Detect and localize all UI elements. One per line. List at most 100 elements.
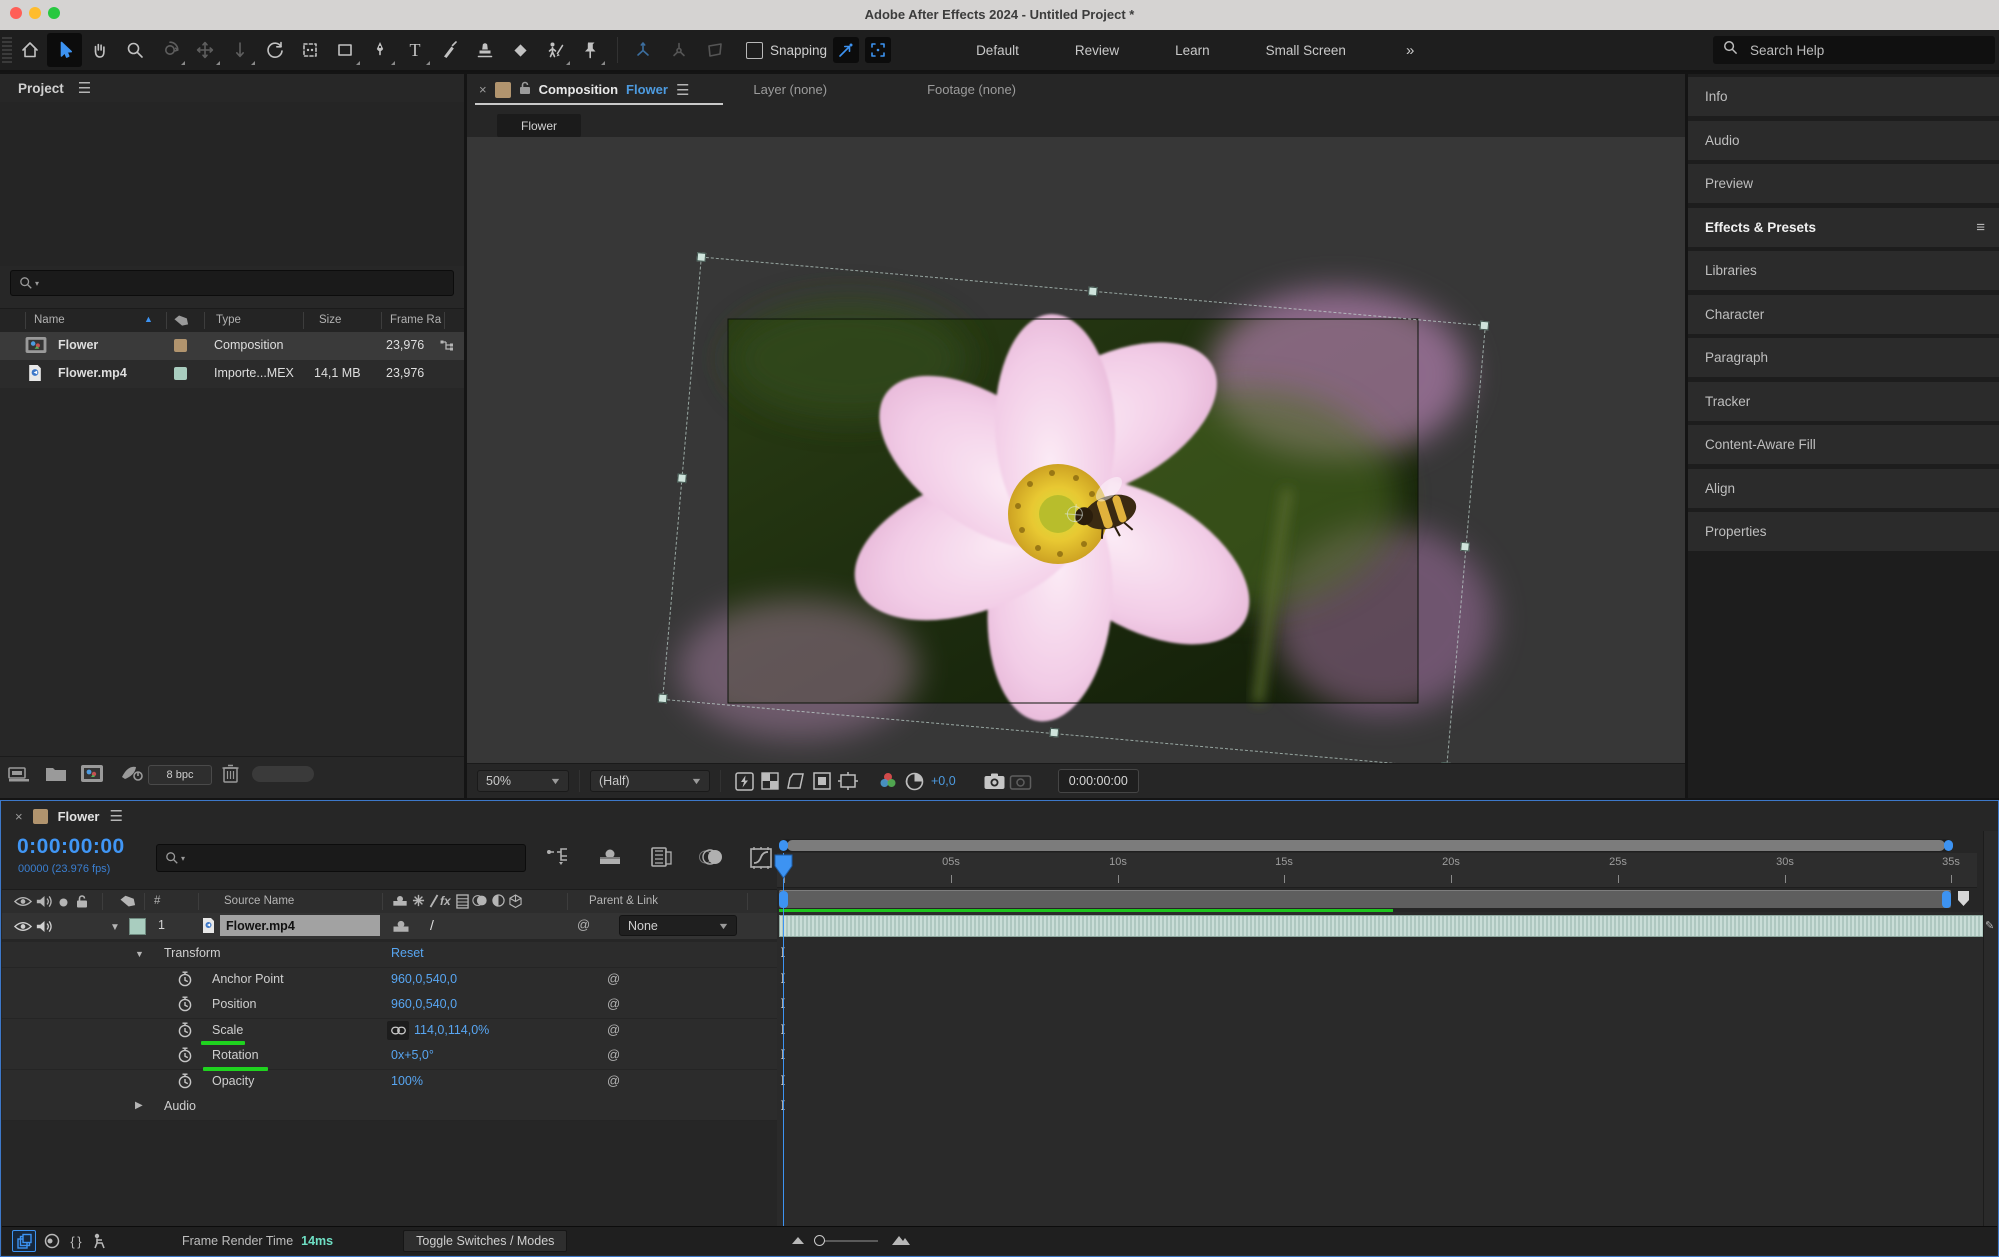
snap-to-bounds-icon[interactable] xyxy=(865,37,892,63)
property-row-anchor-point[interactable]: Anchor Point 960,0,540,0 @ xyxy=(2,967,777,994)
project-panel-menu-icon[interactable]: ☰ xyxy=(78,79,91,97)
zoom-slider-knob[interactable] xyxy=(814,1235,826,1246)
collapse-transformations-column-icon[interactable] xyxy=(412,894,425,910)
zoom-tool[interactable] xyxy=(117,33,152,67)
fast-previews-icon[interactable] xyxy=(731,771,757,791)
orbit-camera-tool[interactable] xyxy=(152,33,187,67)
sidebar-item-info[interactable]: Info xyxy=(1688,77,1999,118)
composition-viewer[interactable] xyxy=(467,137,1685,764)
snapping-checkbox[interactable] xyxy=(746,41,763,59)
snapshot-camera-icon[interactable] xyxy=(982,773,1008,790)
timeline-tab-menu-icon[interactable]: ☰ xyxy=(110,807,123,825)
chevron-right-icon[interactable]: ▶ xyxy=(135,1100,143,1111)
project-footer-pill[interactable] xyxy=(252,766,314,782)
snap-along-edges-icon[interactable] xyxy=(833,37,860,63)
project-search-box[interactable]: ▾ xyxy=(10,270,454,296)
audio-icon[interactable] xyxy=(36,919,53,937)
sidebar-item-properties[interactable]: Properties xyxy=(1688,512,1999,553)
audio-group-label[interactable]: Audio xyxy=(164,1099,196,1113)
rotation-tool[interactable] xyxy=(257,33,292,67)
work-area-bar[interactable] xyxy=(779,890,1951,908)
stopwatch-icon[interactable] xyxy=(178,971,192,990)
workspace-default[interactable]: Default xyxy=(976,43,1019,58)
shy-column-icon[interactable] xyxy=(392,894,408,911)
audio-icon[interactable] xyxy=(36,894,53,912)
comp-label-swatch[interactable] xyxy=(494,81,511,98)
exposure-value[interactable]: +0,0 xyxy=(931,774,956,788)
pickwhip-icon[interactable]: @ xyxy=(607,1073,620,1088)
transform-handle[interactable] xyxy=(677,472,687,483)
workspace-review[interactable]: Review xyxy=(1075,43,1119,58)
in-out-columns-icon[interactable]: { } xyxy=(64,1234,88,1249)
pan-camera-tool[interactable] xyxy=(187,33,222,67)
pickwhip-icon[interactable]: @ xyxy=(607,1047,620,1062)
work-area-end-handle[interactable] xyxy=(1942,891,1951,908)
chevron-down-icon[interactable]: ▼ xyxy=(110,922,120,933)
eraser-tool[interactable] xyxy=(502,33,537,67)
close-tab-icon[interactable]: × xyxy=(15,809,23,824)
timeline-label-swatch[interactable] xyxy=(32,808,48,824)
sidebar-item-audio[interactable]: Audio xyxy=(1688,120,1999,162)
puppet-pin-tool[interactable] xyxy=(572,33,607,67)
comp-tab-menu-icon[interactable]: ☰ xyxy=(676,81,689,99)
motion-blur-icon[interactable] xyxy=(699,847,725,872)
current-timecode[interactable]: 0:00:00:00 xyxy=(17,835,125,859)
timeline-tab-label[interactable]: Flower xyxy=(58,809,100,824)
sidebar-item-preview[interactable]: Preview xyxy=(1688,164,1999,205)
property-row-scale[interactable]: Scale 114,0,114,0% @ xyxy=(2,1018,777,1045)
composition-navigator-token[interactable]: Flower xyxy=(497,114,581,137)
link-dimensions-icon[interactable] xyxy=(387,1020,409,1040)
tab-layer[interactable]: Layer (none) xyxy=(753,82,827,97)
roto-brush-tool[interactable] xyxy=(537,33,572,67)
type-tool[interactable]: T xyxy=(397,33,432,67)
sidebar-item-content-aware-fill[interactable]: Content-Aware Fill xyxy=(1688,425,1999,466)
scrollbar-left-cap[interactable] xyxy=(779,840,788,851)
tab-composition[interactable]: × Composition Flower ☰ xyxy=(467,74,701,105)
fx-column-icon[interactable]: fx xyxy=(440,894,451,908)
toggle-switches-modes-button[interactable]: Toggle Switches / Modes xyxy=(403,1230,568,1252)
property-row-rotation[interactable]: Rotation 0x+5,0° @ xyxy=(2,1044,777,1070)
zoom-in-mountain-icon[interactable] xyxy=(892,1234,911,1249)
timeline-track-area[interactable] xyxy=(777,912,1986,1226)
zoom-out-mountain-icon[interactable] xyxy=(792,1234,805,1248)
channel-rgb-icon[interactable] xyxy=(875,772,901,790)
solo-icon[interactable] xyxy=(59,898,68,910)
workspace-learn[interactable]: Learn xyxy=(1175,43,1210,58)
lock-column-icon[interactable] xyxy=(76,894,88,912)
stopwatch-icon[interactable] xyxy=(178,996,192,1015)
transform-handle[interactable] xyxy=(1479,320,1490,331)
pickwhip-icon[interactable]: @ xyxy=(607,971,620,986)
parent-pickwhip-icon[interactable]: @ xyxy=(577,917,590,932)
label-column-icon[interactable] xyxy=(120,894,136,911)
sidebar-item-align[interactable]: Align xyxy=(1688,468,1999,510)
help-search-input[interactable] xyxy=(1748,41,1972,59)
layer-duration-bar[interactable] xyxy=(779,915,1986,937)
timeline-search-box[interactable]: ▾ xyxy=(156,844,526,872)
sidebar-item-libraries[interactable]: Libraries xyxy=(1688,251,1999,292)
property-value[interactable]: 960,0,540,0 xyxy=(391,997,457,1011)
quality-column-icon[interactable] xyxy=(429,894,439,911)
frame-blending-icon[interactable] xyxy=(650,847,672,872)
property-value[interactable]: 114,0,114,0% xyxy=(414,1023,489,1037)
clone-stamp-tool[interactable] xyxy=(467,33,502,67)
graph-editor-icon[interactable] xyxy=(749,847,773,874)
preview-time-indicator[interactable]: 0:00:00:00 xyxy=(1057,769,1139,793)
new-composition-icon[interactable] xyxy=(80,764,104,788)
new-folder-icon[interactable] xyxy=(45,765,67,787)
project-table-header[interactable]: Name ▲ Type Size Frame Ra xyxy=(0,308,464,334)
parent-dropdown[interactable]: None ▼ xyxy=(619,915,737,936)
region-of-interest-icon[interactable] xyxy=(783,772,809,790)
anchor-point-marker[interactable] xyxy=(1066,504,1084,523)
property-value[interactable]: 0x+5,0° xyxy=(391,1048,434,1062)
home-tool[interactable] xyxy=(12,33,47,67)
layer-label-swatch[interactable] xyxy=(129,918,146,935)
expand-layer-switches-icon[interactable] xyxy=(12,1230,36,1252)
hand-tool[interactable] xyxy=(82,33,117,67)
stopwatch-icon[interactable] xyxy=(178,1047,192,1066)
sidebar-item-paragraph[interactable]: Paragraph xyxy=(1688,338,1999,379)
pickwhip-icon[interactable]: @ xyxy=(607,996,620,1011)
item-label-swatch[interactable] xyxy=(174,339,187,352)
property-row-position[interactable]: Position 960,0,540,0 @ xyxy=(2,993,777,1019)
property-value[interactable]: 960,0,540,0 xyxy=(391,972,457,986)
zoom-slider-track[interactable] xyxy=(814,1235,879,1246)
